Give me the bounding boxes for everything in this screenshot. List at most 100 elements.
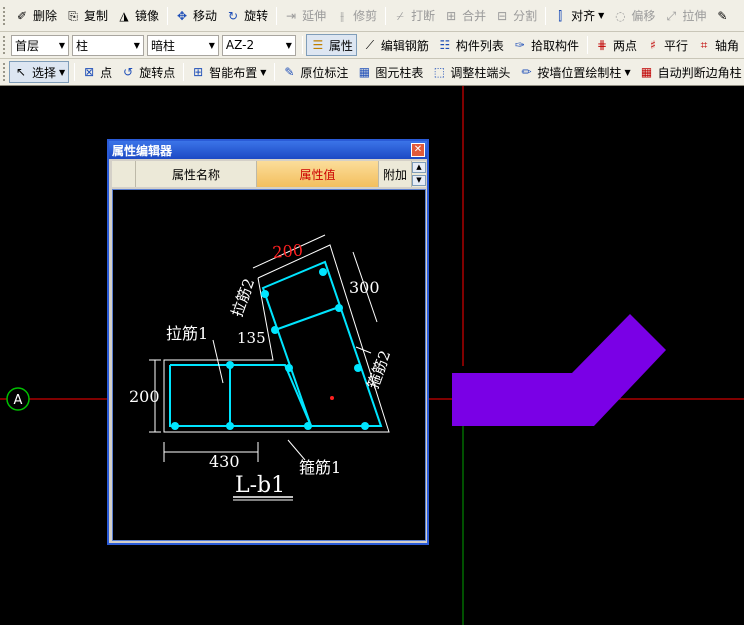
rebar-dot xyxy=(171,422,179,430)
stirrup2-text: 箍筋2 xyxy=(364,348,394,391)
toolbar-grip[interactable] xyxy=(3,36,7,54)
axis-angle-icon: ⌗ xyxy=(700,38,708,52)
align-icon: ⫿ xyxy=(558,8,563,23)
two-points-button[interactable]: ⋕ 两点 xyxy=(591,34,640,56)
rebar-icon: ⟋ xyxy=(365,38,375,52)
component-toolbar: 首层 ▼ 柱 ▼ 暗柱 ▼ AZ-2 ▼ ☰ 属性 ⟋ 编辑钢筋 ☷ 构件列表 ✑ 拾取构件 ⋕… xyxy=(0,32,744,59)
properties-button[interactable]: ☰ 属性 xyxy=(305,34,357,56)
original-mark-button[interactable]: ✎ 原位标注 xyxy=(278,61,351,83)
rebar-dot xyxy=(354,364,362,372)
col-extra-header[interactable]: 附加 xyxy=(379,161,412,187)
two-points-icon: ⋕ xyxy=(596,38,607,52)
table-icon: ▦ xyxy=(358,65,371,79)
extend-button[interactable]: ⇥ 延伸 xyxy=(280,5,329,27)
dim-left-text: 200 xyxy=(129,387,160,406)
break-button[interactable]: ⌿ 打断 xyxy=(389,5,438,27)
editor-title-bar[interactable]: 属性编辑器 ✕ xyxy=(109,141,427,159)
rebar-dot xyxy=(304,422,312,430)
rotate-point-icon: ↺ xyxy=(123,65,134,79)
stirrup1-text: 箍筋1 xyxy=(299,458,341,477)
section-name-text: L-b1 xyxy=(235,473,285,498)
adjust-end-button[interactable]: ⬚ 调整柱端头 xyxy=(428,61,513,83)
property-editor-window: 属性编辑器 ✕ 属性名称 属性值 附加 ▲ ▼ 200 300 200 430 … xyxy=(107,139,429,545)
chevron-down-icon: ▼ xyxy=(133,40,140,50)
edit-rebar-button[interactable]: ⟋ 编辑钢筋 xyxy=(359,34,432,56)
point-button[interactable]: ⊠ 点 xyxy=(78,61,115,83)
rotate-button[interactable]: ↻ 旋转 xyxy=(222,5,271,27)
parallel-button[interactable]: ♯ 平行 xyxy=(642,34,691,56)
select-button[interactable]: ↖ 选择 ▼ xyxy=(9,61,70,83)
wall-draw-button[interactable]: ✏ 按墙位置绘制柱 ▼ xyxy=(515,61,633,83)
floor-select[interactable]: 首层 ▼ xyxy=(11,34,69,56)
brush-button[interactable]: ✎ xyxy=(711,5,736,27)
chevron-down-icon: ▼ xyxy=(208,40,215,50)
move-button[interactable]: ✥ 移动 xyxy=(171,5,220,27)
merge-icon: ⊞ xyxy=(446,8,457,23)
copy-button[interactable]: ⎘ 复制 xyxy=(62,5,111,27)
trim-button[interactable]: ⫲ 修剪 xyxy=(331,5,380,27)
rebar-dot xyxy=(335,304,343,312)
toolbar-grip[interactable] xyxy=(3,6,7,25)
offset-button[interactable]: ◌ 偏移 xyxy=(609,5,658,27)
property-header-row: 属性名称 属性值 附加 ▲ ▼ xyxy=(112,161,426,187)
component-select[interactable]: AZ-2 ▼ xyxy=(221,34,296,56)
properties-icon: ☰ xyxy=(312,38,324,52)
type-select[interactable]: 暗柱 ▼ xyxy=(146,34,219,56)
insertion-point xyxy=(330,396,334,400)
auto-corner-button[interactable]: ▦ 自动判断边角柱 xyxy=(636,61,744,83)
list-icon: ☷ xyxy=(439,38,451,52)
rotate-icon: ↻ xyxy=(228,8,239,23)
rebar-dot xyxy=(226,422,234,430)
dim-top-text: 200 xyxy=(272,240,304,262)
toolbar-grip[interactable] xyxy=(3,63,5,81)
chevron-down-icon: ▼ xyxy=(58,40,65,50)
align-button[interactable]: ⫿ 对齐 ▼ xyxy=(549,5,607,27)
col-value-header[interactable]: 属性值 xyxy=(257,161,379,187)
axis-label: A xyxy=(14,393,23,408)
rebar-dot xyxy=(271,326,279,334)
chevron-down-icon: ▼ xyxy=(285,40,292,50)
copy-icon: ⎘ xyxy=(68,8,78,23)
move-icon: ✥ xyxy=(177,8,188,23)
angle-text: 135 xyxy=(237,329,266,347)
trim-icon: ⫲ xyxy=(340,8,345,23)
dim-right-text: 300 xyxy=(349,278,380,297)
eyedropper-icon: ✑ xyxy=(514,38,525,52)
split-button[interactable]: ⊟ 分割 xyxy=(491,5,540,27)
row-header-cell xyxy=(112,161,136,187)
scroll-down-icon[interactable]: ▼ xyxy=(412,175,426,186)
parallel-icon: ♯ xyxy=(650,38,656,52)
edit-toolbar: ✐ 删除 ⎘ 复制 ◮ 镜像 ✥ 移动 ↻ 旋转 ⇥ 延伸 ⫲ 修剪 ⌿ 打断 ⊞ 合并 ⊟ 分割 … xyxy=(0,0,744,32)
eraser-icon: ✐ xyxy=(16,8,28,23)
adjust-icon: ⬚ xyxy=(433,65,446,79)
rotate-point-button[interactable]: ↺ 旋转点 xyxy=(117,61,178,83)
scroll-up-icon[interactable]: ▲ xyxy=(412,162,426,173)
merge-button[interactable]: ⊞ 合并 xyxy=(440,5,489,27)
delete-button[interactable]: ✐ 删除 xyxy=(11,5,60,27)
corner-icon: ▦ xyxy=(640,65,653,79)
rebar-dot xyxy=(261,290,269,298)
draw-toolbar: ↖ 选择 ▼ ⊠ 点 ↺ 旋转点 ⊞ 智能布置 ▼ ✎ 原位标注 ▦ 图元柱表 ⬚ 调整柱端头 ✏… xyxy=(0,59,744,86)
rebar-dots xyxy=(171,268,369,430)
cursor-icon: ↖ xyxy=(15,65,27,79)
component-list-button[interactable]: ☷ 构件列表 xyxy=(434,34,507,56)
tie-bar2-line xyxy=(274,306,340,331)
close-icon: ✕ xyxy=(413,144,423,155)
axis-angle-button[interactable]: ⌗ 轴角 xyxy=(693,34,742,56)
col-name-header[interactable]: 属性名称 xyxy=(136,161,257,187)
split-icon: ⊟ xyxy=(497,8,508,23)
tie-bar1-text: 拉筋1 xyxy=(166,324,208,343)
element-table-button[interactable]: ▦ 图元柱表 xyxy=(353,61,426,83)
leader-lines xyxy=(212,339,372,461)
close-button[interactable]: ✕ xyxy=(411,143,425,157)
section-drawing: 200 300 200 430 135 拉筋1 拉筋2 箍筋1 箍筋2 L-b1 xyxy=(112,189,426,541)
chevron-down-icon: ▼ xyxy=(59,67,66,77)
stretch-button[interactable]: ⤢ 拉伸 xyxy=(660,5,709,27)
column-shape[interactable] xyxy=(452,314,666,426)
category-select[interactable]: 柱 ▼ xyxy=(71,34,144,56)
dimension-lines xyxy=(149,234,378,462)
header-scrollbar[interactable]: ▲ ▼ xyxy=(412,161,426,187)
smart-layout-button[interactable]: ⊞ 智能布置 ▼ xyxy=(187,61,269,83)
mirror-button[interactable]: ◮ 镜像 xyxy=(113,5,162,27)
pick-component-button[interactable]: ✑ 拾取构件 xyxy=(509,34,582,56)
